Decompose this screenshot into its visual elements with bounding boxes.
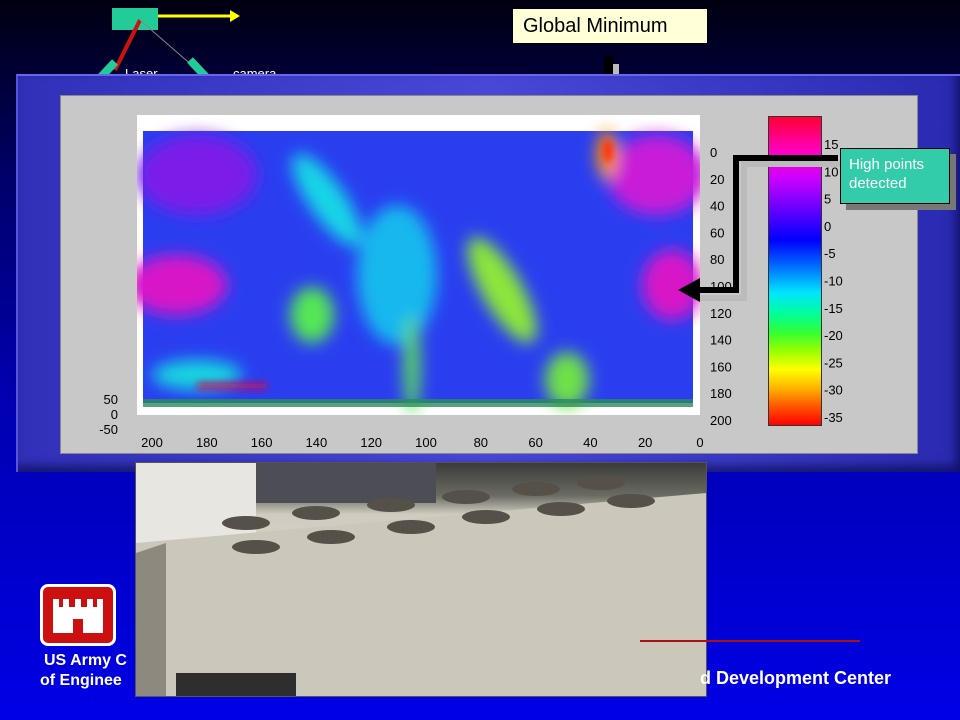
z-tick-label: -50 xyxy=(99,422,118,437)
castle-icon xyxy=(53,599,103,633)
global-minimum-callout: Global Minimum xyxy=(512,8,708,44)
x-tick-label: 0 xyxy=(696,435,703,450)
center-name: d Development Center xyxy=(700,668,892,688)
x-tick-label: 40 xyxy=(583,435,597,450)
colorbar-tick-label: -20 xyxy=(824,328,843,343)
org-name-line2: of Enginee xyxy=(40,672,122,689)
colorbar-tick-label: -30 xyxy=(824,383,843,398)
y-tick-label: 140 xyxy=(710,333,732,348)
concrete-block-photo xyxy=(135,462,707,697)
camera-ray xyxy=(139,19,196,69)
usace-castle-logo xyxy=(40,584,116,646)
org-name-line1: US Army C xyxy=(44,652,127,669)
beam-arrow xyxy=(230,10,240,22)
z-axis-ticks: 500-50 xyxy=(99,392,118,437)
x-tick-label: 60 xyxy=(528,435,542,450)
x-tick-label: 20 xyxy=(638,435,652,450)
colorbar-tick-label: -25 xyxy=(824,355,843,370)
colorbar-tick-label: -35 xyxy=(824,410,843,425)
x-axis-ticks: 200 180 160 140 120 100 80 60 40 20 0 xyxy=(141,435,703,450)
photo-graphic xyxy=(136,463,706,696)
z-tick-label: 50 xyxy=(104,392,118,407)
high-points-line1: High points xyxy=(849,156,925,173)
x-tick-label: 160 xyxy=(251,435,273,450)
y-tick-label: 160 xyxy=(710,359,732,374)
axis-ticks: 0 20 40 60 80 100 120 140 160 180 200 200 180 160 140… xyxy=(99,145,732,450)
x-tick-label: 120 xyxy=(360,435,382,450)
divider-line xyxy=(640,640,860,642)
x-tick-label: 80 xyxy=(474,435,488,450)
y-tick-label: 180 xyxy=(710,386,732,401)
high-points-callout: High points detected xyxy=(840,148,950,204)
z-tick-label: 0 xyxy=(111,407,118,422)
x-tick-label: 200 xyxy=(141,435,163,450)
x-tick-label: 100 xyxy=(415,435,437,450)
x-tick-label: 140 xyxy=(306,435,328,450)
high-points-line2: detected xyxy=(849,175,907,192)
y-tick-label: 200 xyxy=(710,413,732,428)
high-points-arrow xyxy=(678,155,840,302)
x-tick-label: 180 xyxy=(196,435,218,450)
